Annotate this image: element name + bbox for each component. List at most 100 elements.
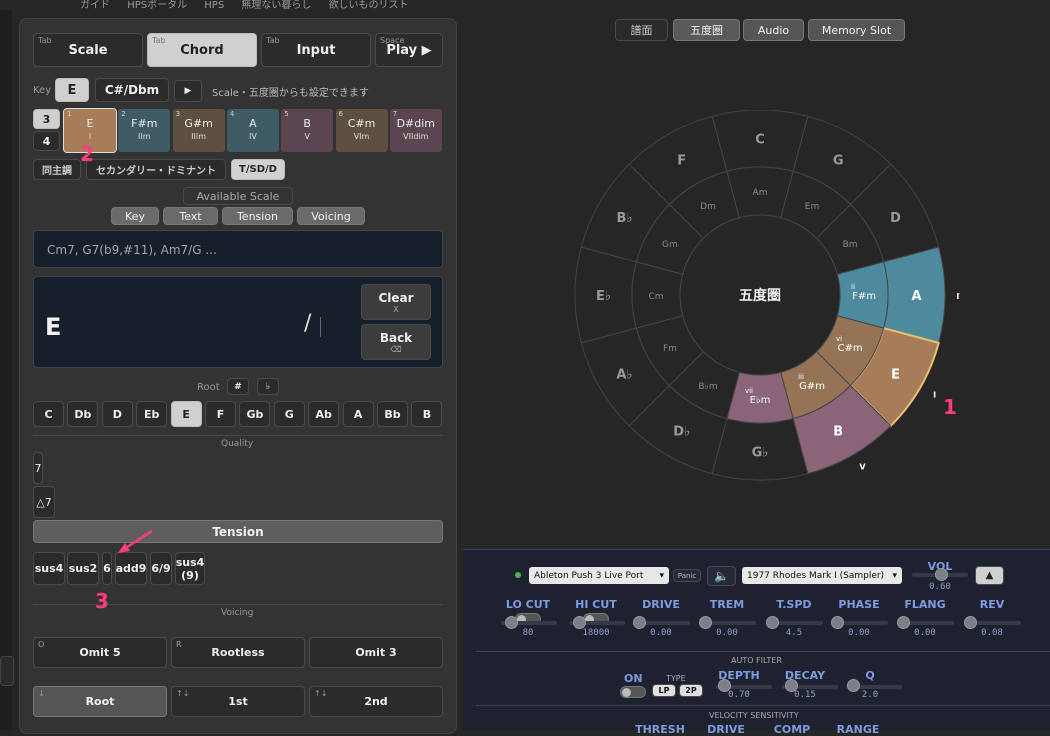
available-scale-button[interactable]: Available Scale (183, 187, 293, 205)
quality-7-button[interactable]: 7 (33, 452, 43, 484)
depth-value: 0.70 (728, 690, 750, 700)
octave-4-button[interactable]: 4 (33, 131, 60, 151)
degree-roman: IV (248, 132, 257, 141)
secondary-dominant-button[interactable]: セカンダリー・ドミナント (86, 159, 226, 180)
filter-2p-button[interactable]: 2P (679, 684, 703, 697)
rootless-label: Rootless (211, 646, 265, 659)
root-note-button[interactable]: G (273, 401, 305, 427)
instrument-select[interactable]: 1977 Rhodes Mark I (Sampler) ▾ (742, 567, 902, 584)
tab-play[interactable]: Space Play ▶ (375, 33, 443, 67)
tab-label: Input (296, 42, 336, 58)
annotation-arrow-icon (118, 529, 153, 553)
degree-chord: B (303, 117, 311, 130)
shortcut-hint: O (38, 640, 45, 649)
chord-text-input[interactable]: Cm7, G7(b9,#11), Am7/G ... (33, 230, 443, 268)
inner-roman-label: vii (745, 387, 753, 395)
back-button[interactable]: Back ⌫ (361, 324, 431, 360)
left-edge-button[interactable] (0, 656, 14, 686)
nav-hps-portal[interactable]: HPSポータル (127, 0, 187, 11)
root-note-button[interactable]: Ab (308, 401, 340, 427)
back-label: Back (379, 330, 413, 345)
filter-on-toggle[interactable] (620, 686, 646, 698)
filter-voicing[interactable]: Voicing (297, 207, 365, 225)
quality-maj7-button[interactable]: △7 (33, 486, 55, 518)
inversion-1st-button[interactable]: ↑↓ 1st (171, 686, 305, 717)
rootless-button[interactable]: R Rootless (171, 637, 305, 668)
root-note-button[interactable]: Gb (239, 401, 271, 427)
root-note-button[interactable]: C (33, 401, 64, 427)
omit5-button[interactable]: O Omit 5 (33, 637, 167, 668)
degree-chord-button[interactable]: 5BV (281, 109, 334, 152)
outer-key-label: D♭ (673, 425, 690, 440)
divider (33, 435, 443, 436)
tension-sus2-button[interactable]: sus2 (67, 552, 99, 585)
tab-score[interactable]: 譜面 (615, 19, 668, 41)
nav-easy-living[interactable]: 無理ない暮らし (241, 0, 311, 11)
inversion-2nd-button[interactable]: ↑↓ 2nd (309, 686, 443, 717)
tension-sus4-9-button[interactable]: sus4 (9) (175, 552, 205, 585)
degree-chord-button[interactable]: 7 D#dim VIIdim (389, 109, 442, 152)
tab-hint: Tab (152, 36, 166, 45)
outer-key-label: E (891, 367, 900, 382)
filter-text[interactable]: Text (163, 207, 218, 225)
inner-key-label: E♭m (750, 395, 771, 406)
tab-audio[interactable]: Audio (743, 19, 804, 41)
tab-memory-slot[interactable]: Memory Slot (808, 19, 905, 41)
outer-roman-label: IV (956, 292, 960, 301)
parallel-key-button[interactable]: 同主調 (33, 159, 81, 180)
root-note-button[interactable]: Db (67, 401, 99, 427)
octave-3-button[interactable]: 3 (33, 109, 60, 129)
tab-chord[interactable]: Tab Chord (147, 33, 257, 67)
tab-scale[interactable]: Tab Scale (33, 33, 143, 67)
key-select-button[interactable]: E (55, 78, 89, 102)
play-key-button[interactable]: ▶ (174, 80, 202, 102)
root-note-button[interactable]: A (342, 401, 374, 427)
speaker-icon[interactable]: 🔈 (707, 566, 736, 586)
collapse-button[interactable]: ▲ (975, 566, 1004, 585)
root-inversion-label: Root (85, 695, 115, 708)
midi-port-select[interactable]: Ableton Push 3 Live Port ▾ (529, 567, 669, 584)
tab-circle-of-fifths[interactable]: 五度圏 (673, 19, 740, 41)
root-note-button[interactable]: F (205, 401, 236, 427)
outer-key-label: B♭ (616, 211, 632, 226)
backspace-icon: ⌫ (390, 344, 402, 354)
root-note-button[interactable]: Eb (136, 401, 168, 427)
omit3-button[interactable]: Omit 3 (309, 637, 443, 668)
filter-tension[interactable]: Tension (222, 207, 293, 225)
root-note-button[interactable]: Bb (377, 401, 408, 427)
tab-input[interactable]: Tab Input (261, 33, 371, 67)
auto-filter-label: AUTO FILTER (731, 656, 782, 665)
relative-key-button[interactable]: C#/Dbm (95, 78, 169, 102)
nav-guide[interactable]: ガイド (80, 0, 110, 11)
degree-chord-button[interactable]: 2 F#m IIm (118, 109, 171, 152)
text-cursor (320, 317, 321, 337)
degree-chord-button[interactable]: 3 G#m IIIm (172, 109, 225, 152)
root-note-button[interactable]: E (170, 401, 202, 427)
knob-value: 0.00 (716, 628, 738, 638)
filter-lp-button[interactable]: LP (652, 684, 676, 697)
degree-chord-button[interactable]: 6 C#m VIm (335, 109, 388, 152)
sharp-button[interactable]: # (227, 378, 249, 395)
tension-sus4-button[interactable]: sus4 (33, 552, 65, 585)
flat-button[interactable]: ♭ (257, 378, 279, 395)
annotation-marker-2: 2 (80, 142, 94, 166)
left-edge-panel (0, 10, 12, 730)
filter-key[interactable]: Key (111, 207, 159, 225)
tab-label: Scale (68, 42, 108, 58)
knob-label: PHASE (838, 598, 880, 611)
degree-roman: IIIm (191, 132, 207, 141)
inversion-root-button[interactable]: ↓ Root (33, 686, 167, 717)
clear-button[interactable]: Clear X (361, 284, 431, 320)
degree-chord: G#m (184, 117, 213, 130)
degree-chord-button[interactable]: 4 A IV (226, 109, 279, 152)
divider (476, 651, 1050, 652)
degree-roman: VIm (353, 132, 370, 141)
nav-wishlist[interactable]: 欲しいものリスト (329, 0, 409, 11)
vol-knob[interactable] (935, 568, 948, 581)
panic-button[interactable]: Panic (673, 569, 701, 582)
nav-hps[interactable]: HPS (204, 0, 224, 11)
root-note-button[interactable]: D (101, 401, 133, 427)
root-note-button[interactable]: B (411, 401, 443, 427)
outer-key-label: C (755, 133, 765, 148)
tsd-button[interactable]: T/SD/D (231, 159, 285, 180)
